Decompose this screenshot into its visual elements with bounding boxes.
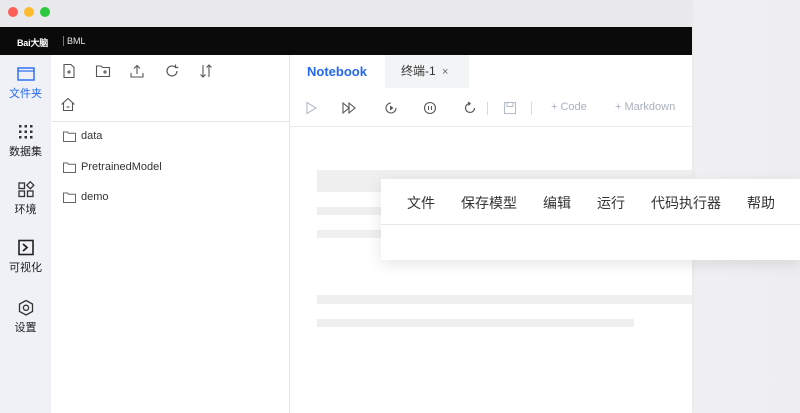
save-icon[interactable]	[503, 101, 517, 115]
brand-logo[interactable]: Bai大脑	[17, 36, 48, 49]
minimize-window-button[interactable]	[24, 7, 34, 17]
nav-label-environment: 环境	[14, 204, 37, 216]
breadcrumb	[51, 87, 289, 122]
brand-divider	[63, 36, 64, 46]
folder-icon	[63, 192, 76, 203]
home-icon[interactable]	[60, 97, 76, 112]
toolbar-divider	[531, 102, 532, 115]
maximize-window-button[interactable]	[40, 7, 50, 17]
title-bar	[0, 0, 692, 27]
run-icon[interactable]	[304, 101, 318, 115]
menu-bar: 文件 保存模型 编辑 运行 代码执行器 帮助	[381, 179, 800, 225]
file-panel: data PretrainedModel demo	[51, 55, 290, 413]
nav-item-datasets[interactable]: 数据集	[0, 123, 51, 159]
menu-popup: 文件 保存模型 编辑 运行 代码执行器 帮助	[381, 179, 800, 260]
upload-icon[interactable]	[129, 63, 145, 79]
folder-icon	[63, 131, 76, 142]
tab-terminal-1[interactable]: 终端-1 ×	[385, 55, 469, 88]
nav-label-settings: 设置	[14, 322, 37, 334]
skeleton-bar	[317, 319, 634, 327]
nav-item-settings[interactable]: 设置	[0, 299, 51, 335]
new-file-icon[interactable]	[61, 63, 77, 79]
file-name: data	[81, 130, 103, 142]
run-all-icon[interactable]	[342, 101, 356, 115]
refresh-icon[interactable]	[164, 63, 180, 79]
menu-item-help[interactable]: 帮助	[747, 193, 775, 213]
new-folder-icon[interactable]	[95, 63, 111, 79]
nav-item-environment[interactable]: 环境	[0, 181, 51, 217]
brand-bar: Bai大脑 BML	[0, 27, 692, 55]
close-window-button[interactable]	[8, 7, 18, 17]
interrupt-icon[interactable]	[423, 101, 437, 115]
nav-item-visualization[interactable]: 可视化	[0, 239, 51, 275]
menu-item-run[interactable]: 运行	[597, 193, 625, 213]
notebook-toolbar: + Code + Markdown	[290, 91, 692, 127]
close-tab-button[interactable]: ×	[442, 66, 448, 78]
file-name: PretrainedModel	[81, 161, 162, 173]
gear-icon	[18, 299, 33, 316]
add-code-button[interactable]: + Code	[551, 101, 587, 113]
sort-icon[interactable]	[198, 63, 214, 79]
left-nav: 文件夹 数据集 环境 可视化 设置	[0, 55, 52, 413]
add-markdown-button[interactable]: + Markdown	[615, 101, 675, 113]
nav-label-files: 文件夹	[9, 88, 42, 100]
nav-label-datasets: 数据集	[9, 146, 42, 158]
menu-item-code-executor[interactable]: 代码执行器	[651, 193, 721, 213]
tab-label: 终端-1	[401, 64, 436, 78]
nav-item-files[interactable]: 文件夹	[0, 65, 51, 101]
restart-run-icon[interactable]	[384, 101, 398, 115]
file-toolbar	[51, 55, 289, 87]
nav-label-visualization: 可视化	[9, 262, 42, 274]
skeleton-bar	[317, 295, 692, 304]
restart-kernel-icon[interactable]	[463, 101, 477, 115]
tab-notebook[interactable]: Notebook	[307, 55, 367, 88]
terminal-icon	[17, 239, 34, 256]
toolbar-divider	[487, 102, 488, 115]
folder-icon	[63, 162, 76, 173]
folder-icon	[16, 67, 35, 81]
menu-item-file[interactable]: 文件	[407, 193, 435, 213]
brand-name: BML	[67, 36, 86, 46]
menu-item-edit[interactable]: 编辑	[543, 193, 571, 213]
menu-item-save-model[interactable]: 保存模型	[461, 193, 517, 213]
environment-icon	[17, 181, 35, 198]
file-name: demo	[81, 191, 109, 203]
tab-bar: Notebook 终端-1 ×	[290, 55, 692, 88]
dataset-icon	[18, 125, 32, 139]
